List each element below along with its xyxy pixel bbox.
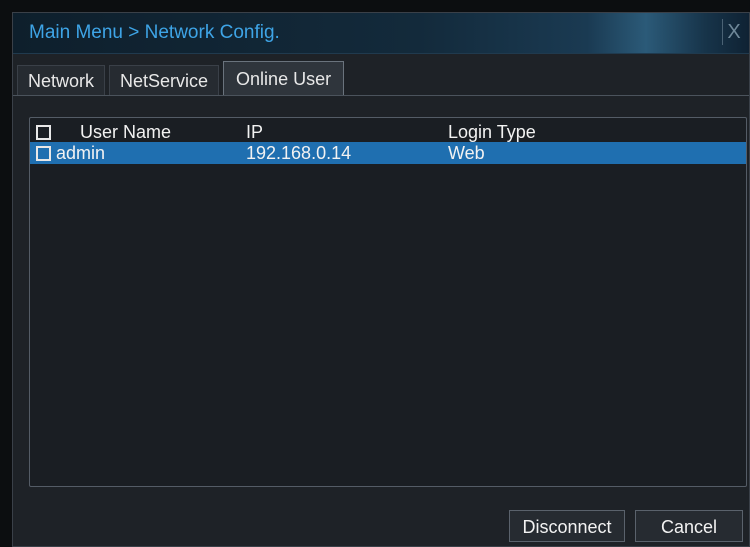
row-checkbox[interactable]	[36, 146, 51, 161]
cell-login-type: Web	[448, 143, 485, 163]
select-all-checkbox[interactable]	[36, 125, 51, 140]
disconnect-button[interactable]: Disconnect	[509, 510, 625, 542]
tab-divider	[13, 95, 749, 96]
cell-ip: 192.168.0.14	[246, 143, 352, 163]
tab-bar: Network NetService Online User	[17, 61, 345, 96]
online-user-list: User Name IP Login Type admin 192.168.0.…	[29, 117, 747, 487]
header-user-name: User Name	[80, 122, 172, 142]
tab-online-user[interactable]: Online User	[223, 61, 345, 96]
cell-user-name: admin	[56, 143, 106, 163]
table-row[interactable]: admin 192.168.0.14 Web	[30, 142, 746, 164]
network-config-window: Main Menu > Network Config. X Network Ne…	[12, 12, 750, 547]
tab-netservice[interactable]: NetService	[109, 65, 220, 96]
header-login-type: Login Type	[448, 122, 536, 142]
table-header-row: User Name IP Login Type	[30, 121, 746, 143]
tab-network[interactable]: Network	[17, 65, 106, 96]
close-icon[interactable]: X	[722, 19, 745, 45]
cancel-button[interactable]: Cancel	[635, 510, 743, 542]
title-bar: Main Menu > Network Config. X	[13, 13, 749, 54]
window-title: Main Menu > Network Config.	[29, 22, 280, 43]
header-ip: IP	[246, 122, 264, 142]
